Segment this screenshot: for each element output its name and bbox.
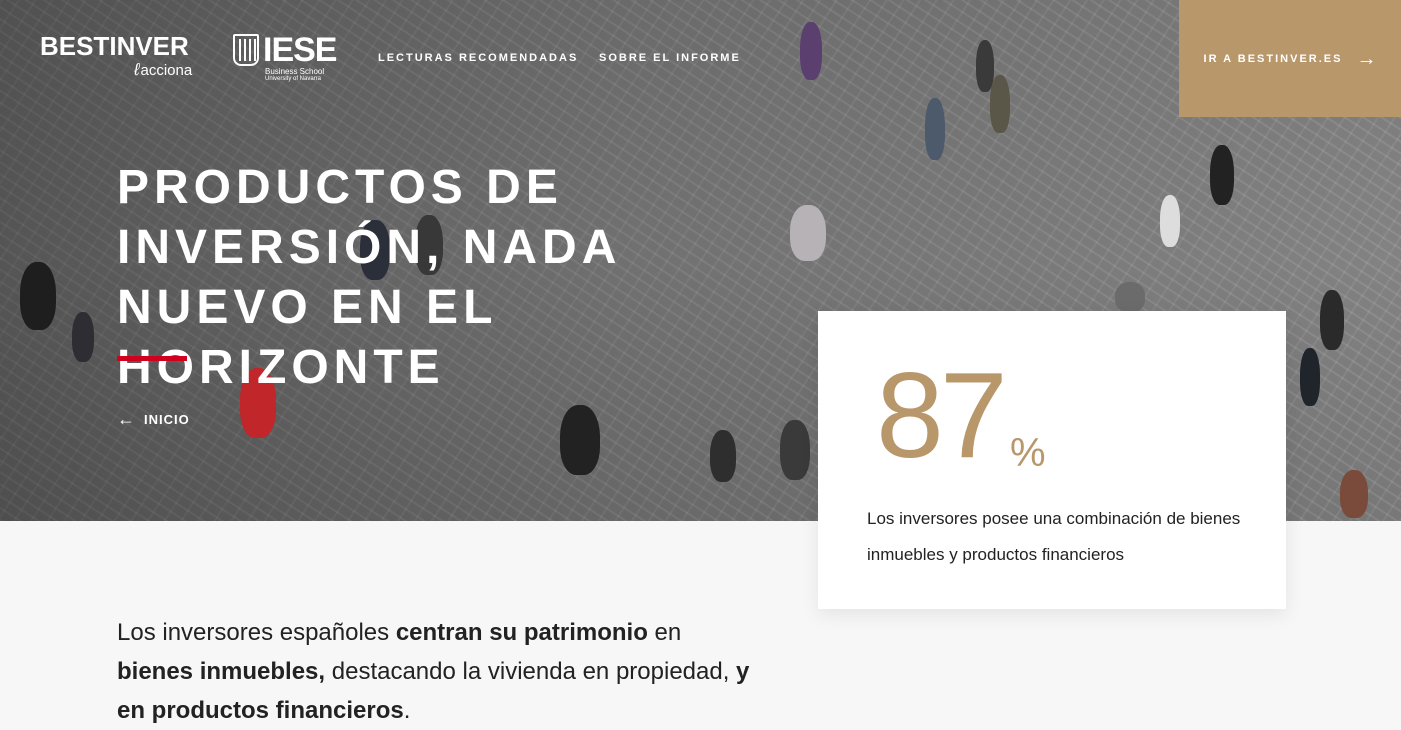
back-link-label: INICIO: [144, 411, 190, 427]
iese-logo[interactable]: IESE Business School University of Navar…: [233, 31, 337, 86]
bestinver-logo-wordmark: BESTINVER: [40, 31, 189, 61]
iese-logo-wordmark: IESE: [263, 31, 337, 69]
intro-text: destacando la vivienda en propiedad,: [325, 658, 737, 685]
intro-paragraph: Los inversores españoles centran su patr…: [117, 613, 757, 730]
stat-card: 87 % Los inversores posee una combinació…: [818, 311, 1286, 609]
iese-logo-subtitle: Business School: [265, 67, 325, 76]
arrow-left-icon: ←: [117, 409, 136, 429]
back-to-home-link[interactable]: ← INICIO: [117, 410, 190, 428]
arrow-right-icon: →: [1356, 47, 1377, 70]
go-to-bestinver-button[interactable]: IR A BESTINVER.ES →: [1179, 0, 1401, 117]
acciona-label: acciona: [140, 62, 193, 79]
acciona-leaf-icon: ℓ: [134, 60, 140, 79]
intro-text: Los inversores españoles: [117, 619, 396, 646]
bestinver-logo[interactable]: BESTINVER ℓacciona: [40, 31, 200, 79]
page-title: PRODUCTOS DE INVERSIÓN, NADA NUEVO EN EL…: [117, 161, 620, 394]
title-accent-rule: [117, 356, 187, 361]
iese-shield-icon: [233, 34, 259, 66]
stat-description: Los inversores posee una combinación de …: [867, 509, 1241, 564]
stat-unit: %: [1010, 431, 1046, 475]
intro-text-bold: centran su patrimonio: [395, 619, 648, 646]
intro-text: en: [647, 619, 682, 646]
iese-logo-university: University of Navarra: [265, 76, 322, 82]
stat-value: 87: [876, 347, 1008, 483]
intro-text: .: [403, 697, 411, 724]
intro-text-bold: bienes inmuebles,: [117, 658, 326, 685]
nav-lecturas-recomendadas[interactable]: LECTURAS RECOMENDADAS: [378, 52, 578, 64]
acciona-logo-text: ℓacciona: [134, 60, 192, 80]
cta-label: IR A BESTINVER.ES: [1203, 52, 1343, 65]
nav-sobre-el-informe[interactable]: SOBRE EL INFORME: [599, 52, 741, 64]
